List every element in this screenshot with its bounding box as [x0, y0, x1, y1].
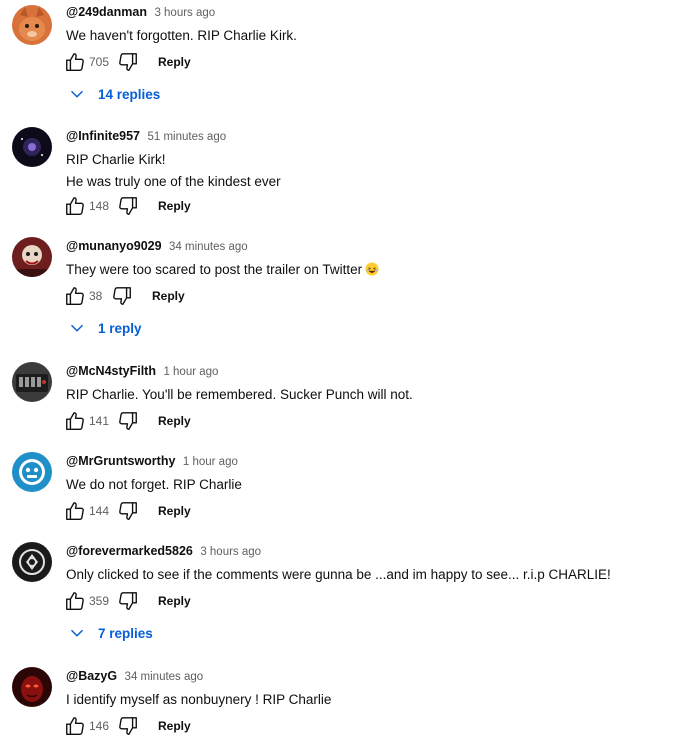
avatar[interactable] [12, 237, 52, 277]
comment-body: @forevermarked5826 3 hours ago Only clic… [66, 542, 666, 641]
like-count: 146 [89, 719, 110, 733]
thumbs-down-icon[interactable] [117, 715, 139, 737]
thumbs-up-icon[interactable] [64, 51, 86, 73]
comment-body: @Infinite957 51 minutes ago RIP Charlie … [66, 127, 666, 215]
comment-line: RIP Charlie Kirk! [66, 152, 166, 167]
avatar[interactable] [12, 452, 52, 492]
reply-button[interactable]: Reply [158, 719, 191, 733]
like-count: 144 [89, 504, 110, 518]
reply-button[interactable]: Reply [158, 414, 191, 428]
thumbs-up-icon[interactable] [64, 590, 86, 612]
timestamp[interactable]: 1 hour ago [163, 366, 218, 378]
comment-meta: @MrGruntsworthy 1 hour ago [66, 452, 666, 470]
like-count: 141 [89, 414, 110, 428]
comment-text: We haven't forgotten. RIP Charlie Kirk. [66, 25, 666, 47]
thumbs-up-icon[interactable] [64, 195, 86, 217]
comment-actions: 144 Reply [64, 500, 191, 522]
reply-button[interactable]: Reply [158, 594, 191, 608]
thumbs-down-icon[interactable] [117, 195, 139, 217]
author-name[interactable]: @McN4styFilth [66, 364, 156, 378]
comment-meta: @249danman 3 hours ago [66, 3, 666, 21]
comment-line: We haven't forgotten. RIP Charlie Kirk. [66, 28, 297, 43]
chevron-down-icon [70, 324, 84, 332]
avatar[interactable] [12, 5, 52, 45]
comment-meta: @McN4styFilth 1 hour ago [66, 362, 666, 380]
view-replies-button[interactable]: 14 replies [66, 83, 160, 105]
comment-actions: 141 Reply [64, 410, 191, 432]
timestamp[interactable]: 1 hour ago [183, 456, 238, 468]
comment-body: @249danman 3 hours ago We haven't forgot… [66, 3, 666, 102]
laughing-emoji-icon [365, 262, 379, 276]
author-name[interactable]: @Infinite957 [66, 129, 140, 143]
comment-text: Only clicked to see if the comments were… [66, 564, 666, 586]
avatar[interactable] [12, 667, 52, 707]
comment-line: He was truly one of the kindest ever [66, 174, 281, 189]
thumbs-down-icon[interactable] [117, 590, 139, 612]
avatar[interactable] [12, 362, 52, 402]
author-name[interactable]: @MrGruntsworthy [66, 454, 175, 468]
thumbs-up-icon[interactable] [64, 410, 86, 432]
comment-actions: 146 Reply [64, 715, 191, 737]
thumbs-down-icon[interactable] [117, 51, 139, 73]
comment-text: We do not forget. RIP Charlie [66, 474, 666, 496]
comment-actions: 148 Reply [64, 195, 191, 217]
timestamp[interactable]: 3 hours ago [154, 7, 215, 19]
comment-line: RIP Charlie. You'll be remembered. Sucke… [66, 387, 413, 402]
comment-meta: @munanyo9029 34 minutes ago [66, 237, 666, 255]
thumbs-up-icon[interactable] [64, 715, 86, 737]
comment-text: They were too scared to post the trailer… [66, 259, 666, 281]
author-name[interactable]: @munanyo9029 [66, 239, 162, 253]
comment-meta: @forevermarked5826 3 hours ago [66, 542, 666, 560]
comment-body: @munanyo9029 34 minutes ago They were to… [66, 237, 666, 336]
author-name[interactable]: @BazyG [66, 669, 117, 683]
comment-meta: @Infinite957 51 minutes ago [66, 127, 666, 145]
thumbs-down-icon[interactable] [117, 500, 139, 522]
timestamp[interactable]: 34 minutes ago [169, 241, 248, 253]
view-replies-button[interactable]: 1 reply [66, 317, 142, 339]
replies-count[interactable]: 1 reply [98, 321, 142, 336]
comment-body: @McN4styFilth 1 hour ago RIP Charlie. Yo… [66, 362, 666, 430]
comment-line: We do not forget. RIP Charlie [66, 477, 242, 492]
thumbs-up-icon[interactable] [64, 500, 86, 522]
comment-body: @BazyG 34 minutes ago I identify myself … [66, 667, 666, 735]
like-count: 148 [89, 199, 110, 213]
thumbs-down-icon[interactable] [117, 410, 139, 432]
comment-meta: @BazyG 34 minutes ago [66, 667, 666, 685]
like-count: 38 [89, 289, 103, 303]
comment-actions: 705 Reply [64, 51, 191, 73]
author-name[interactable]: @forevermarked5826 [66, 544, 193, 558]
comment-line-text: They were too scared to post the trailer… [66, 262, 363, 277]
comment-line: Only clicked to see if the comments were… [66, 567, 611, 582]
timestamp[interactable]: 51 minutes ago [147, 131, 226, 143]
comment-line: I identify myself as nonbuynery ! RIP Ch… [66, 692, 332, 707]
author-name[interactable]: @249danman [66, 5, 147, 19]
chevron-down-icon [70, 629, 84, 637]
comment-actions: 38 Reply [64, 285, 185, 307]
comment-body: @MrGruntsworthy 1 hour ago We do not for… [66, 452, 666, 520]
timestamp[interactable]: 34 minutes ago [125, 671, 204, 683]
reply-button[interactable]: Reply [158, 55, 191, 69]
reply-button[interactable]: Reply [158, 504, 191, 518]
comment-text: RIP Charlie Kirk! He was truly one of th… [66, 149, 666, 193]
like-count: 359 [89, 594, 110, 608]
replies-count[interactable]: 7 replies [98, 626, 153, 641]
replies-count[interactable]: 14 replies [98, 87, 160, 102]
comment-text: I identify myself as nonbuynery ! RIP Ch… [66, 689, 666, 711]
avatar[interactable] [12, 542, 52, 582]
reply-button[interactable]: Reply [152, 289, 185, 303]
comment-line: They were too scared to post the trailer… [66, 259, 666, 281]
view-replies-button[interactable]: 7 replies [66, 622, 153, 644]
avatar[interactable] [12, 127, 52, 167]
reply-button[interactable]: Reply [158, 199, 191, 213]
thumbs-up-icon[interactable] [64, 285, 86, 307]
thumbs-down-icon[interactable] [111, 285, 133, 307]
timestamp[interactable]: 3 hours ago [200, 546, 261, 558]
chevron-down-icon [70, 90, 84, 98]
comment-actions: 359 Reply [64, 590, 191, 612]
comment-text: RIP Charlie. You'll be remembered. Sucke… [66, 384, 666, 406]
like-count: 705 [89, 55, 110, 69]
